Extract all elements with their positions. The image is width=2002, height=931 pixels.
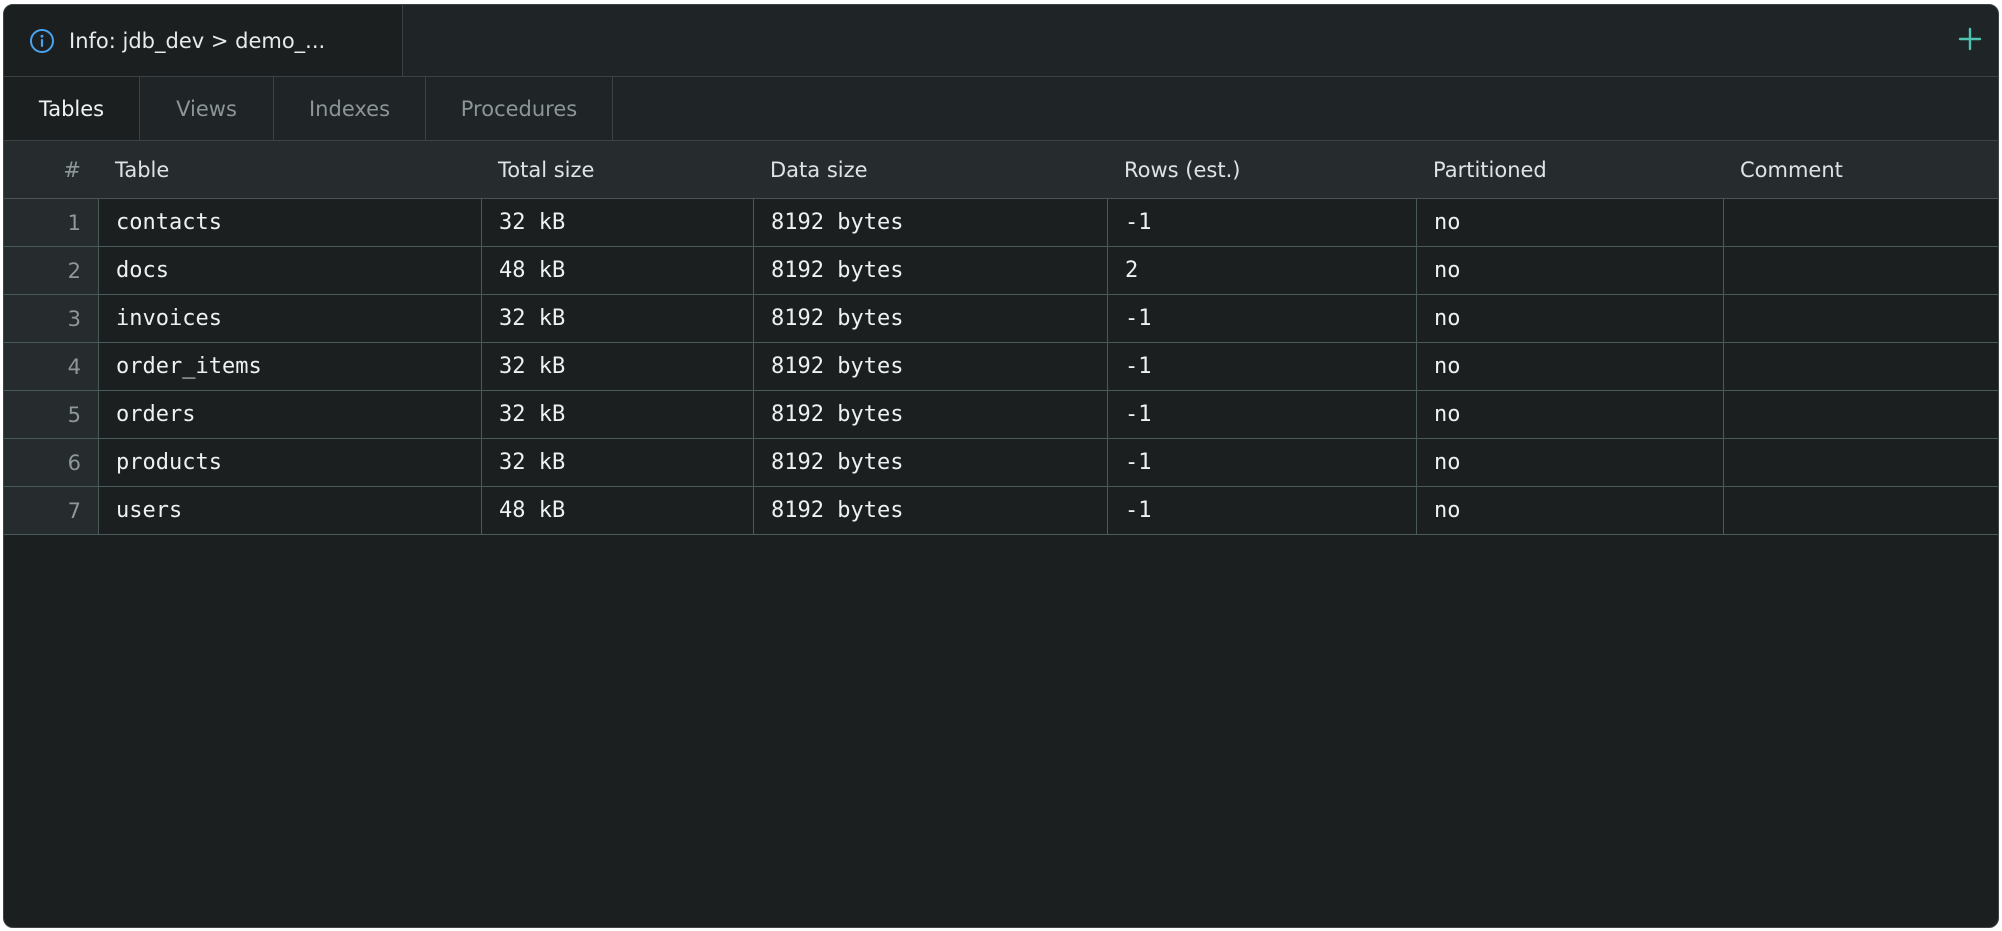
cell-partitioned[interactable]: no xyxy=(1416,199,1723,246)
table-row[interactable]: 7 users 48 kB 8192 bytes -1 no xyxy=(4,487,1998,535)
row-number: 7 xyxy=(4,487,98,534)
cell-table-name[interactable]: invoices xyxy=(98,295,481,342)
column-header-table[interactable]: Table xyxy=(98,141,481,198)
cell-data-size[interactable]: 8192 bytes xyxy=(753,199,1107,246)
cell-comment[interactable] xyxy=(1723,343,1998,390)
cell-partitioned[interactable]: no xyxy=(1416,487,1723,534)
column-header-number[interactable]: # xyxy=(4,141,98,198)
cell-total-size[interactable]: 32 kB xyxy=(481,199,753,246)
row-number: 3 xyxy=(4,295,98,342)
table-row[interactable]: 2 docs 48 kB 8192 bytes 2 no xyxy=(4,247,1998,295)
plus-icon xyxy=(1958,27,1982,55)
cell-table-name[interactable]: users xyxy=(98,487,481,534)
cell-total-size[interactable]: 32 kB xyxy=(481,391,753,438)
cell-comment[interactable] xyxy=(1723,391,1998,438)
add-tab-button[interactable] xyxy=(1954,25,1986,57)
table-row[interactable]: 4 order_items 32 kB 8192 bytes -1 no xyxy=(4,343,1998,391)
cell-partitioned[interactable]: no xyxy=(1416,391,1723,438)
column-header-data-size[interactable]: Data size xyxy=(753,141,1107,198)
cell-total-size[interactable]: 32 kB xyxy=(481,439,753,486)
cell-comment[interactable] xyxy=(1723,199,1998,246)
table-info-window: Info: jdb_dev > demo_... Tables Views In… xyxy=(3,4,1999,928)
row-number: 5 xyxy=(4,391,98,438)
tab-procedures[interactable]: Procedures xyxy=(426,77,613,140)
tab-indexes[interactable]: Indexes xyxy=(274,77,426,140)
cell-rows-est[interactable]: -1 xyxy=(1107,199,1416,246)
table-row[interactable]: 6 products 32 kB 8192 bytes -1 no xyxy=(4,439,1998,487)
editor-tab-bar: Info: jdb_dev > demo_... xyxy=(4,5,1998,77)
tab-tables[interactable]: Tables xyxy=(4,77,140,140)
row-number: 4 xyxy=(4,343,98,390)
tab-views[interactable]: Views xyxy=(140,77,274,140)
cell-table-name[interactable]: order_items xyxy=(98,343,481,390)
cell-comment[interactable] xyxy=(1723,487,1998,534)
cell-table-name[interactable]: docs xyxy=(98,247,481,294)
cell-rows-est[interactable]: 2 xyxy=(1107,247,1416,294)
column-header-partitioned[interactable]: Partitioned xyxy=(1416,141,1723,198)
cell-data-size[interactable]: 8192 bytes xyxy=(753,487,1107,534)
row-number: 1 xyxy=(4,199,98,246)
cell-data-size[interactable]: 8192 bytes xyxy=(753,439,1107,486)
cell-total-size[interactable]: 48 kB xyxy=(481,487,753,534)
tables-grid: # Table Total size Data size Rows (est.)… xyxy=(4,141,1998,535)
cell-partitioned[interactable]: no xyxy=(1416,439,1723,486)
cell-table-name[interactable]: products xyxy=(98,439,481,486)
table-row[interactable]: 3 invoices 32 kB 8192 bytes -1 no xyxy=(4,295,1998,343)
cell-total-size[interactable]: 48 kB xyxy=(481,247,753,294)
cell-data-size[interactable]: 8192 bytes xyxy=(753,247,1107,294)
cell-partitioned[interactable]: no xyxy=(1416,343,1723,390)
cell-rows-est[interactable]: -1 xyxy=(1107,487,1416,534)
cell-data-size[interactable]: 8192 bytes xyxy=(753,343,1107,390)
info-icon xyxy=(29,28,55,54)
cell-total-size[interactable]: 32 kB xyxy=(481,343,753,390)
cell-comment[interactable] xyxy=(1723,247,1998,294)
cell-rows-est[interactable]: -1 xyxy=(1107,391,1416,438)
document-tab-title: Info: jdb_dev > demo_... xyxy=(69,28,326,53)
table-row[interactable]: 5 orders 32 kB 8192 bytes -1 no xyxy=(4,391,1998,439)
document-tab[interactable]: Info: jdb_dev > demo_... xyxy=(4,5,403,76)
cell-rows-est[interactable]: -1 xyxy=(1107,295,1416,342)
grid-header-row: # Table Total size Data size Rows (est.)… xyxy=(4,141,1998,199)
cell-table-name[interactable]: orders xyxy=(98,391,481,438)
column-header-rows-est[interactable]: Rows (est.) xyxy=(1107,141,1416,198)
column-header-total-size[interactable]: Total size xyxy=(481,141,753,198)
cell-rows-est[interactable]: -1 xyxy=(1107,439,1416,486)
cell-table-name[interactable]: contacts xyxy=(98,199,481,246)
cell-comment[interactable] xyxy=(1723,295,1998,342)
cell-rows-est[interactable]: -1 xyxy=(1107,343,1416,390)
row-number: 2 xyxy=(4,247,98,294)
cell-total-size[interactable]: 32 kB xyxy=(481,295,753,342)
section-tab-bar: Tables Views Indexes Procedures xyxy=(4,77,1998,141)
cell-data-size[interactable]: 8192 bytes xyxy=(753,295,1107,342)
cell-partitioned[interactable]: no xyxy=(1416,295,1723,342)
column-header-comment[interactable]: Comment xyxy=(1723,141,1998,198)
cell-comment[interactable] xyxy=(1723,439,1998,486)
cell-partitioned[interactable]: no xyxy=(1416,247,1723,294)
table-row[interactable]: 1 contacts 32 kB 8192 bytes -1 no xyxy=(4,199,1998,247)
row-number: 6 xyxy=(4,439,98,486)
cell-data-size[interactable]: 8192 bytes xyxy=(753,391,1107,438)
